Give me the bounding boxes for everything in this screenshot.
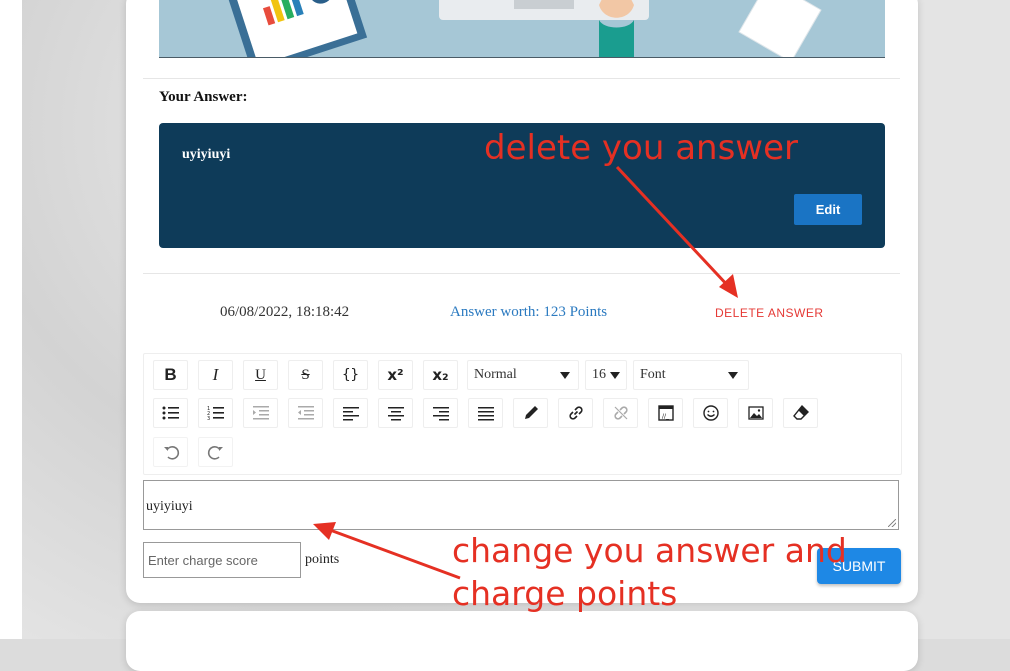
charge-score-input[interactable] bbox=[143, 542, 301, 578]
your-answer-heading: Your Answer: bbox=[159, 89, 248, 105]
italic-button[interactable]: I bbox=[198, 360, 233, 390]
outdent-button[interactable] bbox=[288, 398, 323, 428]
emoji-button[interactable] bbox=[693, 398, 728, 428]
indent-button[interactable] bbox=[243, 398, 278, 428]
font-size-dropdown[interactable]: 16 bbox=[585, 360, 627, 390]
ordered-list-icon: 123 bbox=[207, 406, 224, 421]
align-right-button[interactable] bbox=[423, 398, 458, 428]
unordered-list-icon bbox=[162, 406, 179, 420]
next-card bbox=[126, 611, 918, 671]
chevron-down-icon bbox=[560, 372, 570, 379]
underline-button[interactable]: U bbox=[243, 360, 278, 390]
editor-content: uyiyiuyi bbox=[146, 499, 193, 514]
block-type-value: Normal bbox=[474, 367, 517, 382]
svg-text://_: //_ bbox=[662, 413, 670, 420]
embed-icon: //_ bbox=[657, 405, 674, 421]
link-icon bbox=[568, 406, 583, 420]
outdent-icon bbox=[297, 406, 314, 420]
align-center-button[interactable] bbox=[378, 398, 413, 428]
divider-top bbox=[143, 78, 900, 79]
link-button[interactable] bbox=[558, 398, 593, 428]
page-left-strip bbox=[0, 0, 22, 639]
points-label: points bbox=[305, 552, 340, 567]
unlink-icon bbox=[613, 406, 628, 420]
font-size-value: 16 bbox=[592, 367, 606, 382]
pencil-icon bbox=[524, 406, 538, 419]
remove-format-button[interactable] bbox=[783, 398, 818, 428]
undo-button[interactable] bbox=[153, 437, 188, 467]
text-color-button[interactable] bbox=[513, 398, 548, 428]
align-center-icon bbox=[387, 407, 404, 421]
ordered-list-button[interactable]: 123 bbox=[198, 398, 233, 428]
annotation-delete-note: delete you answer bbox=[484, 128, 799, 168]
chevron-down-icon bbox=[610, 372, 620, 379]
block-type-dropdown[interactable]: Normal bbox=[467, 360, 579, 390]
font-family-dropdown[interactable]: Font bbox=[633, 360, 749, 390]
edit-button[interactable]: Edit bbox=[794, 194, 862, 225]
align-left-icon bbox=[342, 407, 359, 421]
embed-button[interactable]: //_ bbox=[648, 398, 683, 428]
answer-timestamp: 06/08/2022, 18:18:42 bbox=[220, 304, 350, 320]
undo-icon bbox=[163, 446, 179, 460]
redo-button[interactable] bbox=[198, 437, 233, 467]
font-family-value: Font bbox=[640, 367, 666, 382]
annotation-change-note-line2: charge points bbox=[452, 574, 678, 613]
annotation-change-note-line1: change you answer and bbox=[452, 531, 847, 570]
indent-icon bbox=[252, 406, 269, 420]
eraser-icon bbox=[792, 404, 809, 420]
chevron-down-icon bbox=[728, 372, 738, 379]
question-illustration bbox=[159, 0, 885, 58]
unlink-button[interactable] bbox=[603, 398, 638, 428]
answer-text: uyiyiuyi bbox=[182, 147, 231, 162]
image-button[interactable] bbox=[738, 398, 773, 428]
bold-button[interactable]: B bbox=[153, 360, 188, 390]
unordered-list-button[interactable] bbox=[153, 398, 188, 428]
answer-worth: Answer worth: 123 Points bbox=[450, 304, 608, 320]
align-right-icon bbox=[432, 407, 449, 421]
align-justify-icon bbox=[477, 407, 494, 421]
answer-editor[interactable]: uyiyiuyi bbox=[143, 480, 899, 530]
strikethrough-button[interactable]: S bbox=[288, 360, 323, 390]
image-icon bbox=[747, 406, 764, 420]
superscript-button[interactable]: x² bbox=[378, 360, 413, 390]
smiley-icon bbox=[702, 405, 719, 421]
delete-answer-button[interactable]: DELETE ANSWER bbox=[715, 306, 824, 320]
svg-text:3: 3 bbox=[207, 416, 210, 421]
align-left-button[interactable] bbox=[333, 398, 368, 428]
redo-icon bbox=[207, 446, 223, 460]
align-justify-button[interactable] bbox=[468, 398, 503, 428]
resize-handle-icon[interactable] bbox=[888, 519, 896, 527]
divider-middle bbox=[143, 273, 900, 274]
subscript-button[interactable]: x₂ bbox=[423, 360, 458, 390]
code-button[interactable]: {} bbox=[333, 360, 368, 390]
